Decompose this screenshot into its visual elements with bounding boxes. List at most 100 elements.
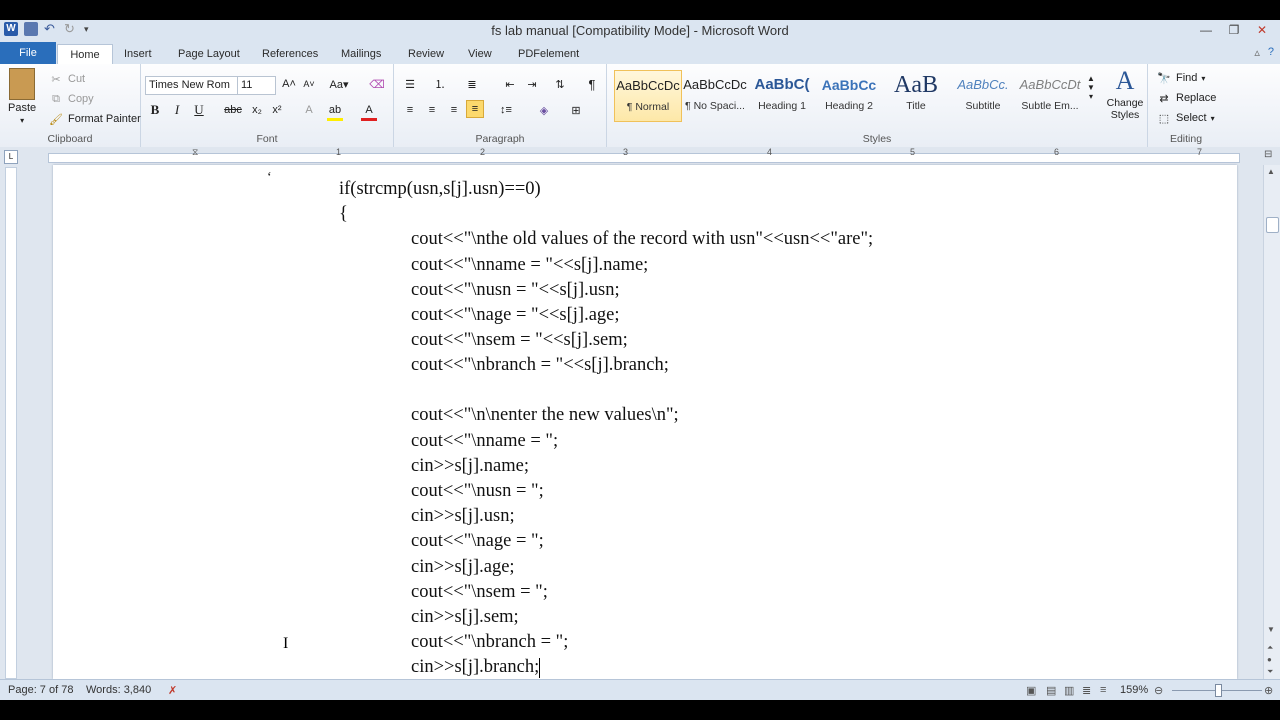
word-count[interactable]: Words: 3,840 <box>86 684 151 696</box>
bold-button[interactable]: B <box>147 102 163 118</box>
italic-button[interactable]: I <box>169 102 185 118</box>
tab-view[interactable]: View <box>466 44 494 64</box>
indent-marker-icon[interactable]: ⧖ <box>192 147 198 158</box>
style-normal[interactable]: AaBbCcDc ¶ Normal <box>614 70 682 122</box>
align-left-button[interactable]: ≡ <box>402 102 418 118</box>
clear-formatting-button[interactable]: ⌫ <box>369 76 385 92</box>
copy-button[interactable]: ⧉ Copy <box>48 91 94 107</box>
shrink-font-button[interactable]: A˅ <box>301 76 317 92</box>
text-effects-button[interactable]: A <box>301 102 317 118</box>
clipboard-label: Clipboard <box>47 133 93 145</box>
tab-home[interactable]: Home <box>57 44 113 66</box>
align-right-button[interactable]: ≡ <box>446 102 462 118</box>
justify-button[interactable]: ≡ <box>466 100 484 118</box>
paste-button[interactable]: Paste ▾ <box>8 68 36 125</box>
style-subtitle[interactable]: AaBbCc. Subtitle <box>950 70 1016 120</box>
zoom-level[interactable]: 159% <box>1120 684 1148 696</box>
proofing-icon[interactable]: ✗ <box>168 684 177 697</box>
format-painter-button[interactable]: 🖌 Format Painter <box>48 111 141 127</box>
editing-group: 🔭 Find ▾ ⇄ Replace ⬚ Select ▾ Editing <box>1148 64 1224 147</box>
font-group: Times New Rom 11 A˄ A˅ Aa▾ ⌫ B I U abc x… <box>141 64 394 147</box>
sort-button[interactable]: ⇅ <box>552 76 568 92</box>
shrink-font-icon: A˅ <box>303 79 315 89</box>
scrollbar-thumb[interactable] <box>1266 217 1279 233</box>
bullets-button[interactable]: ☰ <box>402 76 418 92</box>
tab-mailings[interactable]: Mailings <box>339 44 383 64</box>
find-button[interactable]: 🔭 Find ▾ <box>1156 70 1205 86</box>
vertical-scrollbar[interactable]: ▲ ▼ ⏶ ● ⏷ <box>1263 165 1280 679</box>
outline-icon[interactable]: ≣ <box>1082 684 1091 697</box>
cut-button[interactable]: ✂ Cut <box>48 71 85 87</box>
print-layout-icon[interactable]: ▣ <box>1026 684 1036 697</box>
minimize-ribbon-icon[interactable]: ▵ <box>1254 46 1260 59</box>
replace-icon: ⇄ <box>1159 92 1169 105</box>
tab-pdfelement[interactable]: PDFelement <box>516 44 581 64</box>
line-spacing-button[interactable]: ↕≡ <box>498 102 514 118</box>
font-name-select[interactable]: Times New Rom <box>145 76 238 95</box>
style-preview: AaBbCc <box>821 77 877 93</box>
change-case-button[interactable]: Aa▾ <box>330 76 349 92</box>
font-size-select[interactable]: 11 <box>237 76 276 95</box>
underline-button[interactable]: U <box>191 102 207 118</box>
style-no-spacing[interactable]: AaBbCcDc ¶ No Spaci... <box>682 70 748 120</box>
page-indicator[interactable]: Page: 7 of 78 <box>8 684 73 696</box>
line-spacing-icon: ↕≡ <box>500 104 512 116</box>
code-line: cin>>s[j].usn; <box>411 506 515 526</box>
previous-page-icon[interactable]: ⏶ <box>1267 643 1273 653</box>
show-formatting-button[interactable]: ¶ <box>584 76 600 92</box>
paint-bucket-icon: ◈ <box>539 104 549 117</box>
tab-selector[interactable]: L <box>4 150 18 164</box>
highlight-button[interactable]: ab <box>327 102 343 121</box>
ruler-track[interactable] <box>48 153 1240 163</box>
replace-button[interactable]: ⇄ Replace <box>1156 90 1216 106</box>
paragraph-group: ☰ ⒈ ≣ ⇤ ⇥ ⇅ ¶ ≡ ≡ ≡ ≡ ↕≡ ◈ ⊞ Paragraph <box>394 64 607 147</box>
help-icon[interactable]: ? <box>1268 46 1274 59</box>
browse-object-icon[interactable]: ● <box>1267 655 1272 664</box>
style-heading-1[interactable]: AaBbC( Heading 1 <box>749 70 815 120</box>
code-line: cin>>s[j].name; <box>411 456 529 476</box>
full-screen-reading-icon[interactable]: ▤ <box>1046 684 1056 697</box>
web-layout-icon[interactable]: ▥ <box>1064 684 1074 697</box>
document-page[interactable]: ‘ if(strcmp(usn,s[j].usn)==0) { cout<<"\… <box>53 165 1237 679</box>
style-heading-2[interactable]: AaBbCc Heading 2 <box>816 70 882 120</box>
style-name: Heading 2 <box>825 100 873 112</box>
zoom-out-icon[interactable]: ⊖ <box>1154 684 1163 697</box>
change-styles-button[interactable]: A Change Styles <box>1105 66 1145 121</box>
clipboard-group: Paste ▾ ✂ Cut ⧉ Copy 🖌 Format Painter Clipb… <box>0 64 141 147</box>
tab-page-layout[interactable]: Page Layout <box>176 44 242 64</box>
superscript-button[interactable]: x² <box>269 102 285 118</box>
restore-icon[interactable]: ❐ <box>1220 20 1248 40</box>
style-subtle-emphasis[interactable]: AaBbCcDt Subtle Em... <box>1017 70 1083 120</box>
view-ruler-icon[interactable]: ⊟ <box>1264 149 1272 160</box>
next-page-icon[interactable]: ⏷ <box>1267 667 1273 677</box>
draft-icon[interactable]: ≡ <box>1100 684 1106 696</box>
tab-review[interactable]: Review <box>406 44 446 64</box>
strikethrough-button[interactable]: abc <box>224 102 242 118</box>
zoom-in-icon[interactable]: ⊕ <box>1264 684 1273 697</box>
subscript-button[interactable]: x₂ <box>249 102 265 118</box>
tab-insert[interactable]: Insert <box>122 44 154 64</box>
scroll-down-icon[interactable]: ▼ <box>1267 625 1275 634</box>
close-icon[interactable]: ✕ <box>1248 20 1276 40</box>
code-line: cout<<"\nbranch = "; <box>411 632 569 652</box>
shading-button[interactable]: ◈ <box>536 102 552 118</box>
scroll-up-icon[interactable]: ▲ <box>1267 167 1275 176</box>
tab-references[interactable]: References <box>260 44 320 64</box>
multilevel-list-button[interactable]: ≣ <box>464 76 480 92</box>
minimize-icon[interactable]: — <box>1192 20 1220 40</box>
align-center-button[interactable]: ≡ <box>424 102 440 118</box>
ruler-number: 4 <box>767 147 773 157</box>
decrease-indent-button[interactable]: ⇤ <box>502 76 518 92</box>
borders-button[interactable]: ⊞ <box>568 102 584 118</box>
tab-file[interactable]: File <box>0 42 56 64</box>
zoom-slider-thumb[interactable] <box>1215 684 1222 697</box>
grow-font-button[interactable]: A˄ <box>281 76 297 92</box>
style-title[interactable]: AaB Title <box>883 70 949 120</box>
font-label: Font <box>256 133 278 145</box>
styles-scroll[interactable]: ▲ ▼ ▾ <box>1087 74 1095 101</box>
numbering-button[interactable]: ⒈ <box>432 76 448 92</box>
font-color-button[interactable]: A <box>361 102 377 121</box>
horizontal-ruler: L ⧖ 1 2 3 4 5 6 7 ⊟ <box>0 147 1280 165</box>
increase-indent-button[interactable]: ⇥ <box>524 76 540 92</box>
select-button[interactable]: ⬚ Select ▾ <box>1156 110 1215 126</box>
